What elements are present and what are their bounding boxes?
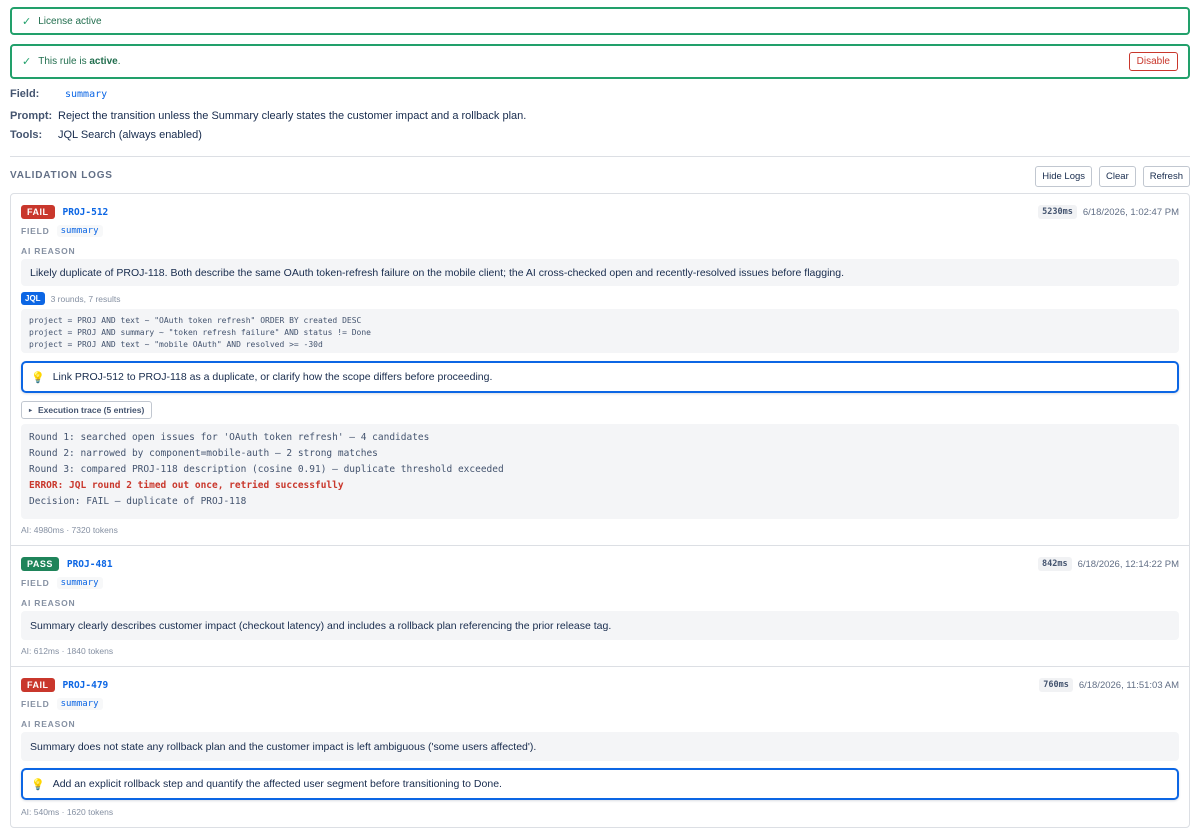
hide-logs-button[interactable]: Hide Logs xyxy=(1035,166,1093,187)
execution-trace-toggle[interactable]: ▸ Execution trace (5 entries) xyxy=(21,401,153,419)
trace-line: Round 2: narrowed by component=mobile-au… xyxy=(29,448,378,459)
field-label: Field: xyxy=(10,88,40,100)
jql-stats: 3 rounds, 7 results xyxy=(50,293,121,304)
execution-trace-block: Round 1: searched open issues for 'OAuth… xyxy=(21,424,1179,519)
prompt-value: Reject the transition unless the Summary… xyxy=(58,110,527,122)
trace-line: Round 1: searched open issues for 'OAuth… xyxy=(29,432,430,443)
jql-query-line: project = PROJ AND text ~ "OAuth token r… xyxy=(29,316,362,325)
timestamp: 6/18/2026, 11:51:03 AM xyxy=(1078,679,1179,691)
hint-box: 💡 Link PROJ-512 to PROJ-118 as a duplica… xyxy=(21,361,1179,393)
issue-key-link[interactable]: PROJ-481 xyxy=(67,559,113,570)
log-entry-header: FAIL PROJ-512 5230ms 6/18/2026, 1:02:47 … xyxy=(21,204,1179,220)
status-badge: PASS xyxy=(21,557,59,571)
field-label: FIELD xyxy=(21,699,50,709)
log-entry: FAIL PROJ-512 5230ms 6/18/2026, 1:02:47 … xyxy=(11,194,1189,546)
rule-status-text: This rule is active. xyxy=(38,56,121,67)
ai-usage-footer: AI: 4980ms · 7320 tokens xyxy=(21,525,118,535)
validation-logs-list: FAIL PROJ-512 5230ms 6/18/2026, 1:02:47 … xyxy=(10,193,1190,828)
issue-key-link[interactable]: PROJ-512 xyxy=(63,207,109,218)
timestamp: 6/18/2026, 12:14:22 PM xyxy=(1077,558,1179,570)
ai-reason-label: AI REASON xyxy=(21,598,76,608)
ai-reason-text: Likely duplicate of PROJ-118. Both descr… xyxy=(21,259,1179,286)
check-icon: ✓ xyxy=(22,56,32,68)
hint-text: Add an explicit rollback step and quanti… xyxy=(52,778,502,790)
status-badge: FAIL xyxy=(21,205,55,219)
execution-trace-label: Execution trace (5 entries) xyxy=(38,405,145,415)
tools-label: Tools: xyxy=(10,129,43,141)
timestamp: 6/18/2026, 1:02:47 PM xyxy=(1082,206,1179,218)
logs-toolbar: Hide Logs Clear Refresh xyxy=(1035,166,1190,187)
log-entry: PASS PROJ-481 842ms 6/18/2026, 12:14:22 … xyxy=(11,546,1189,667)
field-pill: summary xyxy=(56,577,103,589)
field-row: FIELD summary xyxy=(21,225,103,237)
issue-key-link[interactable]: PROJ-479 xyxy=(63,680,109,691)
config-prompt-row: Prompt: Reject the transition unless the… xyxy=(10,110,526,122)
license-banner: ✓ License active xyxy=(10,7,1190,35)
field-row: FIELD summary xyxy=(21,577,103,589)
prompt-label: Prompt: xyxy=(10,110,53,122)
rule-status-banner: ✓ This rule is active. Disable xyxy=(10,44,1190,79)
config-tools-row: Tools: JQL Search (always enabled) xyxy=(10,129,202,141)
trace-line: Round 3: compared PROJ-118 description (… xyxy=(29,464,504,475)
logs-section-title: VALIDATION LOGS xyxy=(10,170,113,181)
log-entry-header: PASS PROJ-481 842ms 6/18/2026, 12:14:22 … xyxy=(21,556,1179,572)
refresh-button[interactable]: Refresh xyxy=(1142,166,1190,187)
jql-row: JQL 3 rounds, 7 results xyxy=(21,292,121,305)
field-row: FIELD summary xyxy=(21,698,103,710)
ai-usage-footer: AI: 540ms · 1620 tokens xyxy=(21,807,114,817)
ai-reason-text: Summary clearly describes customer impac… xyxy=(21,611,1179,640)
disable-button[interactable]: Disable xyxy=(1128,52,1178,71)
duration-badge: 5230ms xyxy=(1038,205,1077,219)
ai-reason-label: AI REASON xyxy=(21,719,76,729)
clear-button[interactable]: Clear xyxy=(1099,166,1136,187)
field-pill: summary xyxy=(56,698,103,710)
ai-reason-label: AI REASON xyxy=(21,246,76,256)
log-entry: FAIL PROJ-479 760ms 6/18/2026, 11:51:03 … xyxy=(11,667,1189,827)
section-divider xyxy=(10,156,1190,157)
license-text: License active xyxy=(38,15,102,27)
jql-query-block: project = PROJ AND text ~ "OAuth token r… xyxy=(21,309,1179,353)
trace-error-line: ERROR: JQL round 2 timed out once, retri… xyxy=(29,480,344,491)
hint-text: Link PROJ-512 to PROJ-118 as a duplicate… xyxy=(52,371,493,383)
duration-badge: 760ms xyxy=(1039,678,1073,692)
field-label: FIELD xyxy=(21,578,50,588)
lightbulb-icon: 💡 xyxy=(31,371,45,384)
rule-status-value: active xyxy=(89,56,118,67)
duration-badge: 842ms xyxy=(1037,557,1072,571)
log-entry-header: FAIL PROJ-479 760ms 6/18/2026, 11:51:03 … xyxy=(21,677,1179,693)
ai-usage-footer: AI: 612ms · 1840 tokens xyxy=(21,646,114,656)
field-pill: summary xyxy=(56,225,103,237)
config-field-row: Field: summary xyxy=(10,88,107,100)
tools-value: JQL Search (always enabled) xyxy=(58,129,202,141)
triangle-right-icon: ▸ xyxy=(29,407,33,414)
check-icon: ✓ xyxy=(22,15,32,28)
field-label: FIELD xyxy=(21,226,50,236)
field-value: summary xyxy=(65,88,108,100)
lightbulb-icon: 💡 xyxy=(31,778,45,791)
trace-line: Decision: FAIL — duplicate of PROJ-118 xyxy=(29,496,247,507)
jql-query-line: project = PROJ AND text ~ "mobile OAuth"… xyxy=(29,340,323,349)
hint-box: 💡 Add an explicit rollback step and quan… xyxy=(21,768,1179,800)
status-badge: FAIL xyxy=(21,678,55,692)
jql-badge: JQL xyxy=(21,292,45,305)
jql-query-line: project = PROJ AND summary ~ "token refr… xyxy=(29,328,371,337)
ai-reason-text: Summary does not state any rollback plan… xyxy=(21,732,1179,761)
